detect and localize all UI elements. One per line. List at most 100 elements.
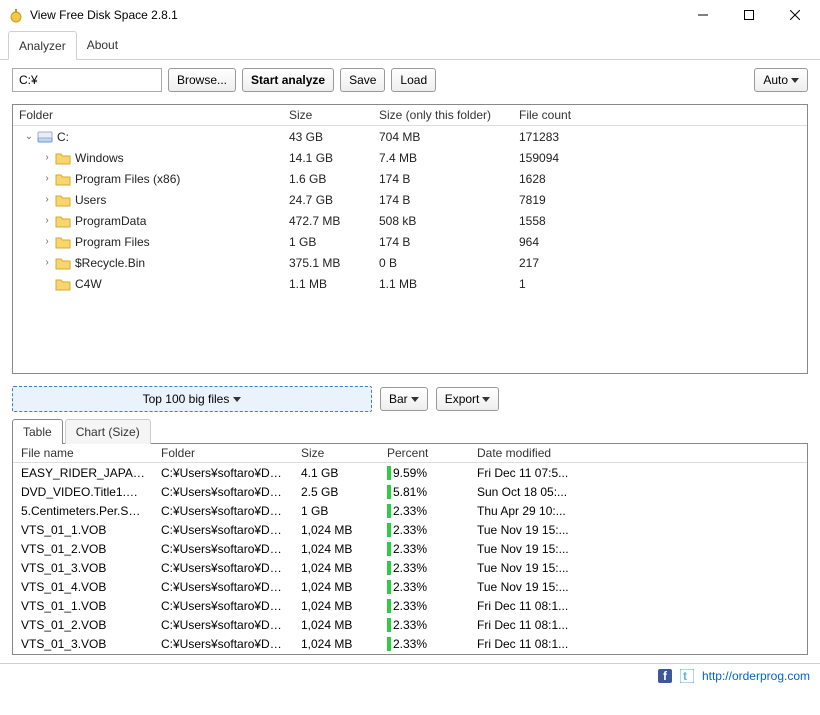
export-dropdown[interactable]: Export (436, 387, 500, 411)
file-table[interactable]: File name Folder Size Percent Date modif… (12, 443, 808, 655)
tree-row[interactable]: ›ProgramData472.7 MB508 kB1558 (13, 210, 807, 231)
start-analyze-button[interactable]: Start analyze (242, 68, 334, 92)
homepage-link[interactable]: http://orderprog.com (702, 669, 810, 683)
cell-folder: C:¥Users¥softaro¥Deskt... (153, 523, 293, 537)
cell-percent: 2.33% (379, 542, 469, 556)
table-row[interactable]: VTS_01_2.VOBC:¥Users¥softaro¥Deskt...1,0… (13, 615, 807, 634)
cell-size: 2.5 GB (293, 485, 379, 499)
table-row[interactable]: DVD_VIDEO.Title1.mkvC:¥Users¥softaro¥Des… (13, 482, 807, 501)
col-header-folder[interactable]: Folder (153, 446, 293, 460)
cell-filename: DVD_VIDEO.Title1.mkv (13, 485, 153, 499)
percent-bar (387, 599, 391, 613)
expand-icon[interactable]: › (41, 194, 53, 205)
tree-label: Windows (75, 151, 124, 165)
cell-size: 1,024 MB (293, 637, 379, 651)
col-header-percent[interactable]: Percent (379, 446, 469, 460)
cell-filename: VTS_01_1.VOB (13, 599, 153, 613)
folder-icon (55, 235, 71, 249)
tree-row[interactable]: ›Windows14.1 GB7.4 MB159094 (13, 147, 807, 168)
table-row[interactable]: 5.Centimeters.Per.Secon...C:¥Users¥softa… (13, 501, 807, 520)
cell-percent: 5.81% (379, 485, 469, 499)
expand-icon[interactable]: › (41, 152, 53, 163)
col-header-date[interactable]: Date modified (469, 446, 599, 460)
tree-label: C: (57, 130, 69, 144)
cell-size: 1,024 MB (293, 580, 379, 594)
path-input[interactable] (12, 68, 162, 92)
menubar: Analyzer About (0, 30, 820, 60)
table-row[interactable]: VTS_01_1.VOBC:¥Users¥softaro¥Deskt...1,0… (13, 596, 807, 615)
col-header-filename[interactable]: File name (13, 446, 153, 460)
maximize-button[interactable] (726, 0, 772, 30)
expand-icon[interactable]: › (41, 173, 53, 184)
cell-folder: C:¥Users¥softaro¥Deskt... (153, 485, 293, 499)
tab-table[interactable]: Table (12, 419, 63, 444)
minimize-button[interactable] (680, 0, 726, 30)
cell-folder: C:¥Users¥softaro¥Deskt... (153, 561, 293, 575)
cell-date: Sun Oct 18 05:... (469, 485, 599, 499)
cell-percent: 2.33% (379, 523, 469, 537)
load-button[interactable]: Load (391, 68, 436, 92)
table-row[interactable]: VTS_01_3.VOBC:¥Users¥softaro¥Deskt...1,0… (13, 558, 807, 577)
expand-icon[interactable]: › (41, 236, 53, 247)
midbar: Top 100 big files Bar Export (0, 374, 820, 418)
top-100-big-files-button[interactable]: Top 100 big files (12, 386, 372, 412)
cell-size: 1,024 MB (293, 618, 379, 632)
cell-size: 1,024 MB (293, 542, 379, 556)
cell-date: Tue Nov 19 15:... (469, 542, 599, 556)
toolbar: Browse... Start analyze Save Load Auto (0, 60, 820, 104)
expand-icon[interactable]: › (41, 257, 53, 268)
cell-folder: C:¥Users¥softaro¥Deskt... (153, 542, 293, 556)
chevron-down-icon (791, 78, 799, 83)
table-row[interactable]: VTS_01_4.VOBC:¥Users¥softaro¥Deskt...1,0… (13, 577, 807, 596)
tab-chart-size[interactable]: Chart (Size) (65, 419, 151, 444)
folder-tree[interactable]: Folder Size Size (only this folder) File… (12, 104, 808, 374)
table-row[interactable]: VTS_01_1.VOBC:¥Users¥softaro¥Deskt...1,0… (13, 520, 807, 539)
cell-percent: 2.33% (379, 561, 469, 575)
tree-row[interactable]: ›$Recycle.Bin375.1 MB0 B217 (13, 252, 807, 273)
percent-bar (387, 542, 391, 556)
chevron-down-icon (411, 397, 419, 402)
twitter-icon[interactable]: t (680, 669, 694, 683)
tree-row-root[interactable]: ⌄ C: 43 GB 704 MB 171283 (13, 126, 807, 147)
percent-bar (387, 504, 391, 518)
table-row[interactable]: VTS_01_3.VOBC:¥Users¥softaro¥Deskt...1,0… (13, 634, 807, 653)
tree-label: C4W (75, 277, 102, 291)
browse-button[interactable]: Browse... (168, 68, 236, 92)
table-header: File name Folder Size Percent Date modif… (13, 444, 807, 463)
cell-folder: C:¥Users¥softaro¥Deskt... (153, 466, 293, 480)
cell-percent: 2.33% (379, 637, 469, 651)
col-header-size[interactable]: Size (283, 108, 373, 122)
drive-icon (37, 130, 53, 144)
cell-size: 1,024 MB (293, 523, 379, 537)
table-row[interactable]: VTS_01_2.VOBC:¥Users¥softaro¥Deskt...1,0… (13, 539, 807, 558)
cell-folder: C:¥Users¥softaro¥Deskt... (153, 618, 293, 632)
tree-row[interactable]: ›Program Files (x86)1.6 GB174 B1628 (13, 168, 807, 189)
close-button[interactable] (772, 0, 818, 30)
folder-icon (55, 193, 71, 207)
folder-icon (55, 256, 71, 270)
auto-dropdown[interactable]: Auto (754, 68, 808, 92)
cell-date: Tue Nov 19 15:... (469, 523, 599, 537)
cell-date: Tue Nov 19 15:... (469, 580, 599, 594)
cell-filename: VTS_01_3.VOB (13, 637, 153, 651)
col-header-count[interactable]: File count (513, 108, 613, 122)
collapse-icon[interactable]: ⌄ (23, 131, 35, 142)
facebook-icon[interactable]: f (658, 669, 672, 683)
tree-row[interactable]: C4W1.1 MB1.1 MB1 (13, 273, 807, 294)
cell-filename: VTS_01_2.VOB (13, 542, 153, 556)
tree-row[interactable]: ›Program Files1 GB174 B964 (13, 231, 807, 252)
tab-analyzer[interactable]: Analyzer (8, 31, 77, 60)
save-button[interactable]: Save (340, 68, 385, 92)
cell-filename: 5.Centimeters.Per.Secon... (13, 504, 153, 518)
col-header-sizethis[interactable]: Size (only this folder) (373, 108, 513, 122)
col-header-size[interactable]: Size (293, 446, 379, 460)
bar-dropdown[interactable]: Bar (380, 387, 428, 411)
expand-icon[interactable]: › (41, 215, 53, 226)
tree-row[interactable]: ›Users24.7 GB174 B7819 (13, 189, 807, 210)
tab-about[interactable]: About (77, 30, 128, 59)
cell-percent: 2.33% (379, 599, 469, 613)
table-row[interactable]: EASY_RIDER_JAPAN.isoC:¥Users¥softaro¥Des… (13, 463, 807, 482)
col-header-folder[interactable]: Folder (13, 108, 283, 122)
percent-bar (387, 466, 391, 480)
folder-icon (55, 277, 71, 291)
